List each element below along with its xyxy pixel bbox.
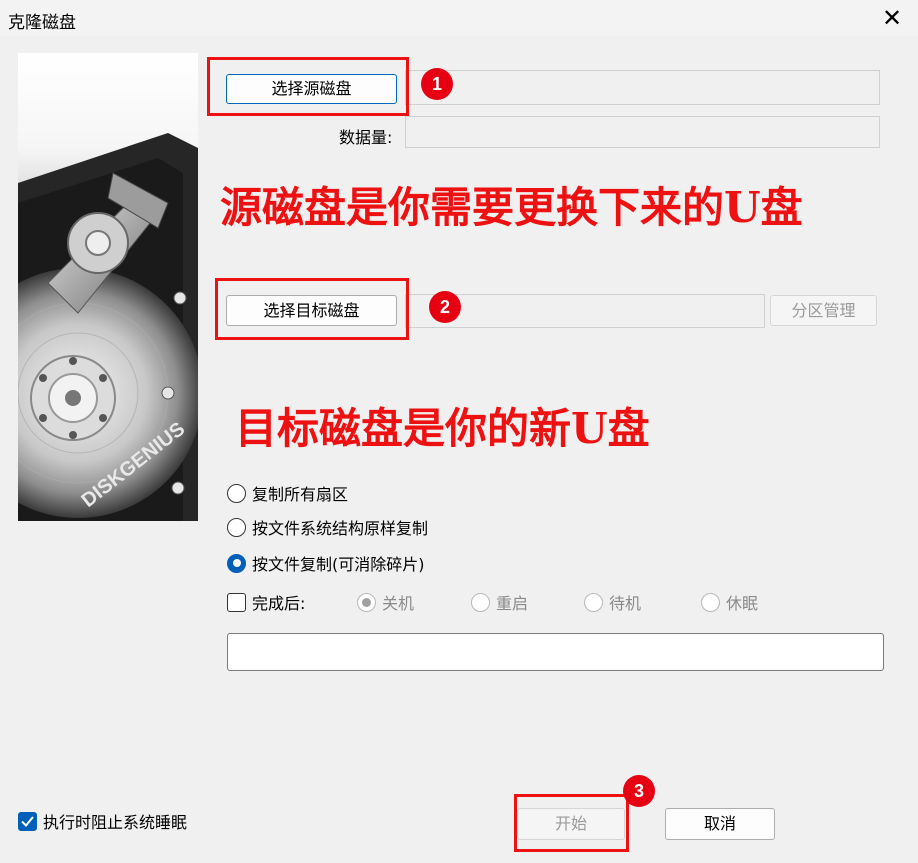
radio-icon[interactable] [584,592,603,612]
step-badge-2: 2 [429,291,461,323]
after-option-restart[interactable]: 重启 [471,590,528,614]
data-size-field [405,116,880,148]
select-target-disk-button[interactable]: 选择目标磁盘 [226,295,397,326]
cancel-button[interactable]: 取消 [665,808,775,840]
source-disk-annotation: 源磁盘是你需要更换下来的U盘 [220,183,803,232]
prevent-sleep-label: 执行时阻止系统睡眠 [43,813,188,832]
after-option-label: 重启 [496,594,529,613]
start-button[interactable]: 开始 [517,808,625,840]
progress-box [227,633,884,671]
radio-selected-icon[interactable] [357,592,376,612]
after-complete-label: 完成后: [252,594,306,613]
after-option-hibernate[interactable]: 休眠 [701,590,758,614]
after-complete-checkbox[interactable]: 完成后: [227,590,305,614]
after-option-shutdown[interactable]: 关机 [357,590,414,614]
after-option-label: 关机 [382,594,415,613]
radio-icon[interactable] [227,517,246,537]
copy-mode-label: 复制所有扇区 [252,485,349,504]
radio-selected-icon[interactable] [227,553,246,573]
copy-mode-all-sectors[interactable]: 复制所有扇区 [227,481,348,505]
radio-icon[interactable] [471,592,490,612]
checkbox-icon[interactable] [227,592,246,612]
hard-drive-image: DISKGENIUS [18,53,198,521]
close-icon[interactable]: ✕ [870,0,914,36]
copy-mode-by-file[interactable]: 按文件复制(可消除碎片) [227,551,425,575]
step-badge-3: 3 [623,775,655,807]
source-disk-field [405,70,880,105]
radio-icon[interactable] [227,483,246,503]
target-disk-annotation: 目标磁盘是你的新U盘 [235,404,650,453]
title-bar: 克隆磁盘 ✕ [0,0,918,36]
after-option-label: 休眠 [726,594,759,613]
data-size-label: 数据量: [339,128,393,147]
copy-mode-fs-structure[interactable]: 按文件系统结构原样复制 [227,515,428,539]
copy-mode-label: 按文件复制(可消除碎片) [252,555,425,574]
step-badge-1: 1 [421,68,453,100]
partition-manage-button[interactable]: 分区管理 [770,295,877,326]
radio-icon[interactable] [701,592,720,612]
hard-drive-illustration: DISKGENIUS [18,133,198,521]
after-option-label: 待机 [609,594,642,613]
checkbox-checked-icon[interactable] [18,811,37,831]
prevent-sleep-checkbox[interactable]: 执行时阻止系统睡眠 [18,809,187,833]
copy-mode-label: 按文件系统结构原样复制 [252,519,429,538]
select-source-disk-button[interactable]: 选择源磁盘 [226,74,397,104]
after-option-standby[interactable]: 待机 [584,590,641,614]
window-title: 克隆磁盘 [8,13,76,33]
